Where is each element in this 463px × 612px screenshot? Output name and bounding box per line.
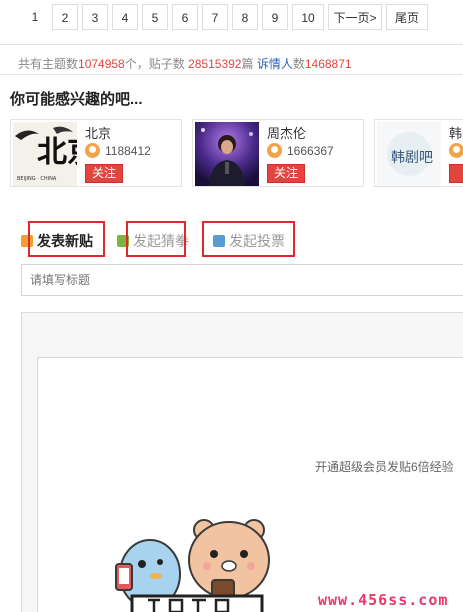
last-page-button[interactable]: 尾页 bbox=[386, 4, 428, 30]
forum-name[interactable]: 韩 bbox=[449, 123, 462, 142]
page-5[interactable]: 5 bbox=[142, 4, 168, 30]
next-page-button[interactable]: 下一页> bbox=[328, 4, 382, 30]
topic-count: 1074958 bbox=[78, 57, 125, 71]
follow-button[interactable]: 关注 bbox=[267, 164, 305, 183]
highlight-box bbox=[126, 221, 186, 257]
forum-name[interactable]: 北京 bbox=[85, 123, 111, 142]
mascot-illustration bbox=[108, 500, 298, 612]
forum-name[interactable]: 周杰伦 bbox=[267, 123, 306, 142]
fans-link[interactable]: 诉情人 bbox=[257, 57, 293, 71]
pagination: 1 2 3 4 5 6 7 8 9 10 下一页> 尾页 bbox=[0, 0, 463, 38]
member-icon bbox=[449, 143, 463, 158]
forum-card-jay-chou[interactable]: 周杰伦 1666367 关注 bbox=[192, 119, 364, 187]
page-1[interactable]: 1 bbox=[22, 4, 48, 30]
page-6[interactable]: 6 bbox=[172, 4, 198, 30]
member-count: 1188412 bbox=[105, 144, 151, 158]
member-icon bbox=[267, 143, 282, 158]
page-8[interactable]: 8 bbox=[232, 4, 258, 30]
watermark: www.456ss.com bbox=[318, 591, 449, 609]
forum-thumbnail[interactable] bbox=[195, 122, 259, 186]
page-2[interactable]: 2 bbox=[52, 4, 78, 30]
follow-button[interactable] bbox=[449, 164, 463, 183]
svg-text:韩剧吧: 韩剧吧 bbox=[391, 150, 433, 166]
page-4[interactable]: 4 bbox=[112, 4, 138, 30]
highlight-box bbox=[28, 221, 105, 257]
member-count: 1666367 bbox=[287, 144, 334, 158]
divider bbox=[0, 74, 463, 75]
follow-button[interactable]: 关注 bbox=[85, 164, 123, 183]
page-3[interactable]: 3 bbox=[82, 4, 108, 30]
vip-tip: 开通超级会员发贴6倍经验 bbox=[315, 460, 454, 474]
interest-heading: 你可能感兴趣的吧... bbox=[10, 91, 143, 108]
post-count: 28515392 bbox=[188, 57, 242, 71]
member-icon bbox=[85, 143, 100, 158]
title-input[interactable] bbox=[21, 264, 463, 296]
page-10[interactable]: 10 bbox=[292, 4, 324, 30]
forum-stats: 共有主题数1074958个，贴子数 28515392篇 诉情人数1468871 bbox=[18, 57, 352, 71]
forum-thumbnail[interactable]: 北京 BEIJING · CHINA bbox=[13, 122, 77, 186]
page-7[interactable]: 7 bbox=[202, 4, 228, 30]
forum-card-beijing[interactable]: 北京 BEIJING · CHINA 北京 1188412 关注 bbox=[10, 119, 182, 187]
page-9[interactable]: 9 bbox=[262, 4, 288, 30]
fans-count: 1468871 bbox=[304, 57, 352, 71]
highlight-box bbox=[202, 221, 295, 257]
forum-card-korean-drama[interactable]: 韩剧吧 韩 bbox=[374, 119, 463, 187]
svg-text:BEIJING · CHINA: BEIJING · CHINA bbox=[17, 176, 57, 182]
svg-text:北京: 北京 bbox=[37, 135, 77, 170]
forum-thumbnail[interactable]: 韩剧吧 bbox=[377, 122, 441, 186]
divider bbox=[0, 44, 463, 45]
